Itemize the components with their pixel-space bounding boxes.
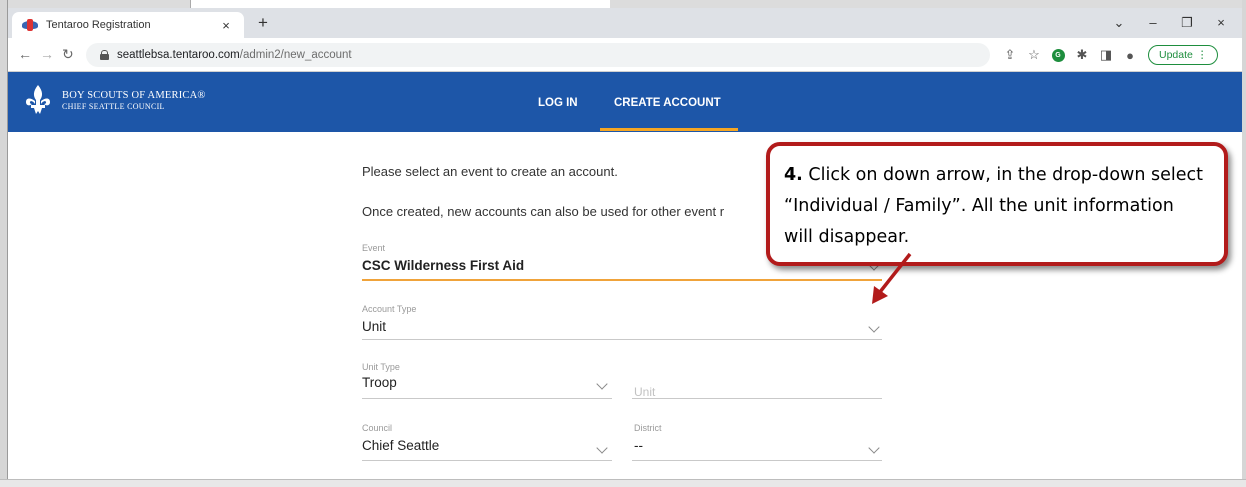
bookmark-star-icon[interactable]: ☆ <box>1022 45 1046 65</box>
event-select-value[interactable]: CSC Wilderness First Aid <box>362 258 524 273</box>
new-tab-button[interactable]: + <box>258 13 268 33</box>
profile-avatar-icon[interactable]: ● <box>1118 45 1142 65</box>
window-controls: ⌄ – ❐ × <box>1102 12 1238 34</box>
close-window-button[interactable]: × <box>1204 12 1238 34</box>
browser-toolbar: ← → ↻ seattlebsa.tentaroo.com/admin2/new… <box>8 38 1242 72</box>
toolbar-icons: ⇪ ☆ G ✱ ◨ ● Update ⋮ <box>998 45 1219 65</box>
screenshot-left-border <box>0 0 8 487</box>
org-name-line1: BOY SCOUTS OF AMERICA® <box>62 90 206 101</box>
update-label: Update <box>1159 49 1193 61</box>
tab-search-chevron-icon[interactable]: ⌄ <box>1102 12 1136 34</box>
council-chevron-down-icon[interactable] <box>596 442 608 454</box>
callout-arrow-icon <box>872 252 912 304</box>
nav-active-underline <box>600 128 738 131</box>
district-label: District <box>634 423 662 433</box>
unit-input-underline <box>632 398 882 399</box>
account-type-chevron-down-icon[interactable] <box>868 321 880 333</box>
screenshot-top-gap <box>190 0 610 8</box>
extensions-puzzle-icon[interactable]: ✱ <box>1070 45 1094 65</box>
instruction-callout: 4. Click on down arrow, in the drop-down… <box>766 142 1228 266</box>
lock-icon[interactable] <box>100 50 109 60</box>
update-button[interactable]: Update ⋮ <box>1148 45 1219 65</box>
address-bar[interactable]: seattlebsa.tentaroo.com/admin2/new_accou… <box>86 43 990 67</box>
district-select-value[interactable]: -- <box>634 438 643 453</box>
council-underline <box>362 460 612 461</box>
tab-close-icon[interactable]: × <box>218 18 234 33</box>
screenshot-top-border <box>0 0 1246 8</box>
back-arrow-icon[interactable]: ← <box>18 46 32 62</box>
account-type-label: Account Type <box>362 304 417 314</box>
council-select-value[interactable]: Chief Seattle <box>362 438 439 453</box>
intro-text: Please select an event to create an acco… <box>362 164 618 179</box>
callout-instruction: Click on down arrow, in the drop-down se… <box>784 165 1203 247</box>
menu-dots-icon: ⋮ <box>1196 49 1208 61</box>
bsa-favicon-icon <box>22 19 38 31</box>
fleur-de-lis-logo-icon[interactable] <box>24 84 52 116</box>
restore-button[interactable]: ❐ <box>1170 12 1204 34</box>
extension-green-icon[interactable]: G <box>1046 45 1070 65</box>
screenshot-bottom-border <box>0 479 1246 487</box>
browser-tab[interactable]: Tentaroo Registration × <box>12 12 244 38</box>
minimize-button[interactable]: – <box>1136 12 1170 34</box>
nav-create-account-link[interactable]: CREATE ACCOUNT <box>614 97 721 109</box>
tab-title: Tentaroo Registration <box>46 19 151 31</box>
unit-type-label: Unit Type <box>362 362 400 372</box>
side-panel-icon[interactable]: ◨ <box>1094 45 1118 65</box>
event-label: Event <box>362 243 386 253</box>
district-chevron-down-icon[interactable] <box>868 442 880 454</box>
district-underline <box>632 460 882 461</box>
reload-icon[interactable]: ↻ <box>62 46 74 63</box>
url-host: seattlebsa.tentaroo.com <box>117 49 240 61</box>
account-type-underline <box>362 339 882 340</box>
unit-type-chevron-down-icon[interactable] <box>596 378 608 390</box>
site-header: BOY SCOUTS OF AMERICA® CHIEF SEATTLE COU… <box>8 72 1242 132</box>
org-name-line2: CHIEF SEATTLE COUNCIL <box>62 102 165 111</box>
callout-text: 4. Click on down arrow, in the drop-down… <box>784 160 1206 253</box>
account-type-select-value[interactable]: Unit <box>362 319 386 334</box>
callout-step-number: 4. <box>784 165 803 185</box>
screenshot-right-border <box>1242 0 1246 487</box>
unit-type-select-value[interactable]: Troop <box>362 375 397 390</box>
nav-login-link[interactable]: LOG IN <box>538 97 578 109</box>
forward-arrow-icon[interactable]: → <box>40 46 54 62</box>
intro-text-secondary: Once created, new accounts can also be u… <box>362 204 725 219</box>
unit-type-underline <box>362 398 612 399</box>
browser-tab-strip: Tentaroo Registration × + ⌄ – ❐ × <box>8 8 1242 38</box>
url-path: /admin2/new_account <box>239 49 352 61</box>
council-label: Council <box>362 423 393 433</box>
org-name: BOY SCOUTS OF AMERICA® CHIEF SEATTLE COU… <box>62 90 206 112</box>
event-select-underline <box>362 279 882 281</box>
share-icon[interactable]: ⇪ <box>998 45 1022 65</box>
unit-input[interactable]: Unit <box>634 385 655 399</box>
